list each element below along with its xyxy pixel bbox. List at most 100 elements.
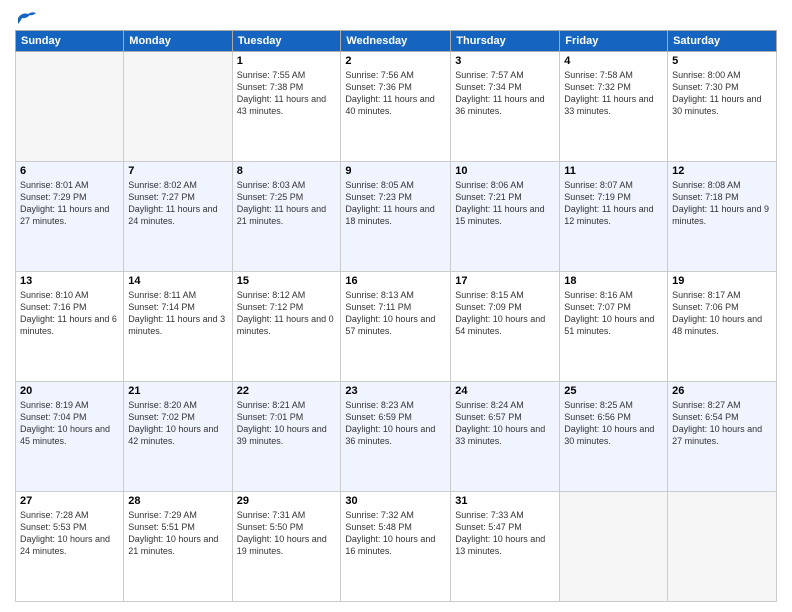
calendar-cell: 21Sunrise: 8:20 AMSunset: 7:02 PMDayligh… [124,382,232,492]
calendar-week-row: 27Sunrise: 7:28 AMSunset: 5:53 PMDayligh… [16,492,777,602]
daylight-text: Daylight: 10 hours and 51 minutes. [564,314,654,336]
day-number: 9 [345,165,446,177]
calendar-week-row: 20Sunrise: 8:19 AMSunset: 7:04 PMDayligh… [16,382,777,492]
day-number: 8 [237,165,337,177]
daylight-text: Daylight: 10 hours and 16 minutes. [345,534,435,556]
sunrise-text: Sunrise: 8:03 AM [237,180,306,190]
sunset-text: Sunset: 7:30 PM [672,82,739,92]
daylight-text: Daylight: 10 hours and 19 minutes. [237,534,327,556]
sunset-text: Sunset: 7:02 PM [128,412,195,422]
sunset-text: Sunset: 5:51 PM [128,522,195,532]
daylight-text: Daylight: 11 hours and 40 minutes. [345,94,434,116]
day-number: 5 [672,55,772,67]
calendar-cell: 16Sunrise: 8:13 AMSunset: 7:11 PMDayligh… [341,272,451,382]
day-number: 31 [455,495,555,507]
daylight-text: Daylight: 11 hours and 21 minutes. [237,204,326,226]
col-header-monday: Monday [124,31,232,52]
sunset-text: Sunset: 7:25 PM [237,192,304,202]
sunset-text: Sunset: 5:48 PM [345,522,412,532]
sunset-text: Sunset: 5:47 PM [455,522,522,532]
calendar-cell: 29Sunrise: 7:31 AMSunset: 5:50 PMDayligh… [232,492,341,602]
sunrise-text: Sunrise: 8:21 AM [237,400,306,410]
sunset-text: Sunset: 6:56 PM [564,412,631,422]
day-number: 22 [237,385,337,397]
sunset-text: Sunset: 7:34 PM [455,82,522,92]
logo-bird-icon [16,10,38,26]
sunrise-text: Sunrise: 8:12 AM [237,290,306,300]
sunset-text: Sunset: 7:07 PM [564,302,631,312]
daylight-text: Daylight: 10 hours and 30 minutes. [564,424,654,446]
day-info: Sunrise: 8:08 AMSunset: 7:18 PMDaylight:… [672,179,772,228]
daylight-text: Daylight: 11 hours and 30 minutes. [672,94,761,116]
day-number: 15 [237,275,337,287]
day-info: Sunrise: 7:56 AM Sunset: 7:36 PM Daylight:… [345,69,446,118]
daylight-text: Daylight: 11 hours and 36 minutes. [455,94,544,116]
sunset-text: Sunset: 7:23 PM [345,192,412,202]
sunset-text: Sunset: 7:06 PM [672,302,739,312]
calendar-cell: 18Sunrise: 8:16 AMSunset: 7:07 PMDayligh… [560,272,668,382]
sunset-text: Sunset: 7:11 PM [345,302,411,312]
logo [15,10,39,22]
calendar-cell: 28Sunrise: 7:29 AMSunset: 5:51 PMDayligh… [124,492,232,602]
daylight-text: Daylight: 11 hours and 24 minutes. [128,204,217,226]
day-number: 30 [345,495,446,507]
calendar-cell: 31Sunrise: 7:33 AMSunset: 5:47 PMDayligh… [451,492,560,602]
sunset-text: Sunset: 7:04 PM [20,412,87,422]
daylight-text: Daylight: 10 hours and 45 minutes. [20,424,110,446]
col-header-sunday: Sunday [16,31,124,52]
calendar-cell: 10Sunrise: 8:06 AMSunset: 7:21 PMDayligh… [451,162,560,272]
calendar-cell: 15 Sunrise: 8:12 AM Sunset: 7:12 PM Dayligh… [232,272,341,382]
daylight-text: Daylight: 10 hours and 27 minutes. [672,424,762,446]
sunset-text: Sunset: 7:01 PM [237,412,304,422]
sunset-text: Sunset: 7:32 PM [564,82,631,92]
day-info: Sunrise: 8:21 AM Sunset: 7:01 PM Daylight:… [237,399,337,448]
day-info: Sunrise: 8:02 AMSunset: 7:27 PMDaylight:… [128,179,227,228]
day-number: 28 [128,495,227,507]
page: SundayMondayTuesdayWednesdayThursdayFrid… [0,0,792,612]
day-number: 7 [128,165,227,177]
sunrise-text: Sunrise: 7:55 AM [237,70,306,80]
sunset-text: Sunset: 6:54 PM [672,412,739,422]
sunset-text: Sunset: 7:36 PM [345,82,412,92]
sunrise-text: Sunrise: 8:06 AM [455,180,524,190]
col-header-friday: Friday [560,31,668,52]
daylight-text: Daylight: 10 hours and 39 minutes. [237,424,327,446]
day-number: 25 [564,385,663,397]
sunset-text: Sunset: 5:50 PM [237,522,304,532]
day-info: Sunrise: 8:25 AM Sunset: 6:56 PM Daylight:… [564,399,663,448]
sunrise-text: Sunrise: 8:27 AM [672,400,741,410]
daylight-text: Daylight: 10 hours and 24 minutes. [20,534,110,556]
calendar-header-row: SundayMondayTuesdayWednesdayThursdayFrid… [16,31,777,52]
day-info: Sunrise: 8:00 AMSunset: 7:30 PMDaylight:… [672,69,772,118]
day-number: 27 [20,495,119,507]
sunset-text: Sunset: 7:12 PM [237,302,304,312]
day-info: Sunrise: 8:11 AMSunset: 7:14 PMDaylight:… [128,289,227,338]
sunrise-text: Sunrise: 8:25 AM [564,400,633,410]
calendar-table: SundayMondayTuesdayWednesdayThursdayFrid… [15,30,777,602]
daylight-text: Daylight: 10 hours and 48 minutes. [672,314,762,336]
sunset-text: Sunset: 6:57 PM [455,412,522,422]
daylight-text: Daylight: 11 hours and 43 minutes. [237,94,326,116]
daylight-text: Daylight: 11 hours and 9 minutes. [672,204,769,226]
day-info: Sunrise: 8:10 AMSunset: 7:16 PMDaylight:… [20,289,119,338]
sunrise-text: Sunrise: 8:23 AM [345,400,414,410]
day-number: 2 [345,55,446,67]
day-info: Sunrise: 8:24 AMSunset: 6:57 PMDaylight:… [455,399,555,448]
daylight-text: Daylight: 10 hours and 42 minutes. [128,424,218,446]
day-info: Sunrise: 8:23 AMSunset: 6:59 PMDaylight:… [345,399,446,448]
sunrise-text: Sunrise: 8:13 AM [345,290,414,300]
calendar-cell: 20Sunrise: 8:19 AMSunset: 7:04 PMDayligh… [16,382,124,492]
day-info: Sunrise: 8:27 AM Sunset: 6:54 PM Daylight:… [672,399,772,448]
calendar-week-row: 1Sunrise: 7:55 AMSunset: 7:38 PMDaylight… [16,52,777,162]
daylight-text: Daylight: 11 hours and 0 minutes. [237,314,334,336]
calendar-cell: 24Sunrise: 8:24 AMSunset: 6:57 PMDayligh… [451,382,560,492]
sunrise-text: Sunrise: 7:56 AM [345,70,414,80]
calendar-week-row: 6Sunrise: 8:01 AMSunset: 7:29 PMDaylight… [16,162,777,272]
daylight-text: Daylight: 11 hours and 6 minutes. [20,314,117,336]
calendar-cell: 17Sunrise: 8:15 AMSunset: 7:09 PMDayligh… [451,272,560,382]
sunrise-text: Sunrise: 8:01 AM [20,180,89,190]
sunrise-text: Sunrise: 8:11 AM [128,290,196,300]
sunset-text: Sunset: 7:09 PM [455,302,522,312]
day-info: Sunrise: 8:20 AMSunset: 7:02 PMDaylight:… [128,399,227,448]
calendar-cell: 23Sunrise: 8:23 AMSunset: 6:59 PMDayligh… [341,382,451,492]
